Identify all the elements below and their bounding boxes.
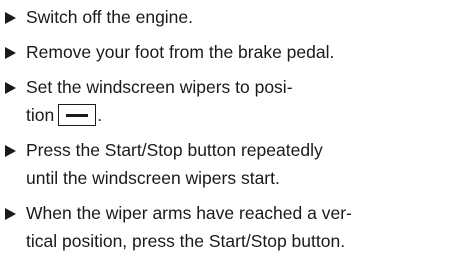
step-item: Remove your foot from the brake pedal. [4,38,469,66]
triangle-bullet-icon [5,12,16,24]
instruction-list: Switch off the engine. Remove your foot … [4,3,469,262]
step-text: Switch off the engine. [26,7,194,27]
step-item: Set the windscreen wipers to posi-tion. [4,73,469,129]
step-text: Press the Start/Stop button repeatedly un… [26,140,323,188]
triangle-bullet-icon [5,145,16,157]
triangle-bullet-icon [5,208,16,220]
step-text: When the wiper arms have reached a ver-t… [26,203,352,251]
step-item: Switch off the engine. [4,3,469,31]
step-text-end: . [97,105,103,125]
step-text: Remove your foot from the brake pedal. [26,42,335,62]
triangle-bullet-icon [5,47,16,59]
wiper-position-symbol-icon [58,104,97,126]
step-item: Press the Start/Stop button repeatedly un… [4,136,469,192]
triangle-bullet-icon [5,82,16,94]
step-item: When the wiper arms have reached a ver-t… [4,199,469,255]
